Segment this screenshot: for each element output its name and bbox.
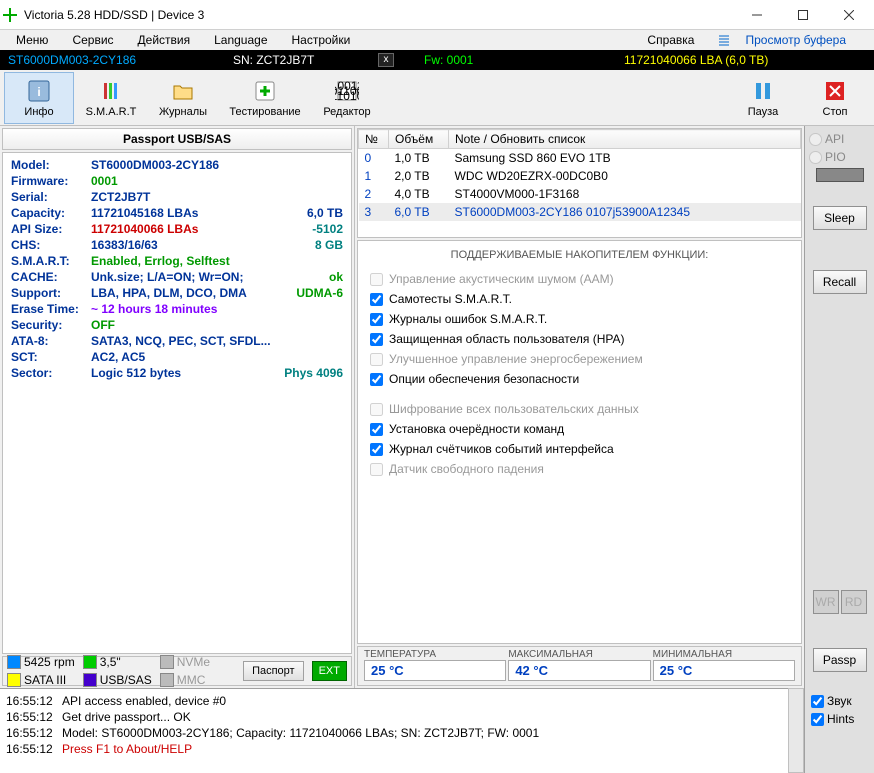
sleep-button[interactable]: Sleep: [813, 206, 867, 230]
passport-header: Passport USB/SAS: [2, 128, 352, 150]
feat-errlog[interactable]: Журналы ошибок S.M.A.R.T.: [370, 309, 789, 329]
col-no[interactable]: №: [359, 130, 389, 149]
log-panel: 16:55:12API access enabled, device #0 16…: [0, 688, 788, 773]
feat-freefall: Датчик свободного падения: [370, 459, 789, 479]
tab-info[interactable]: iИнфо: [4, 72, 74, 124]
tab-test[interactable]: Тестирование: [220, 72, 310, 124]
recall-button[interactable]: Recall: [813, 270, 867, 294]
menu-help[interactable]: Справка: [635, 31, 706, 49]
feat-apm: Улучшенное управление энергосбережением: [370, 349, 789, 369]
status-fw: Fw: 0001: [424, 53, 624, 67]
mid-panel: № Объём Note / Обновить список 01,0 TBSa…: [355, 126, 804, 688]
sound-checkbox[interactable]: Звук: [811, 694, 868, 708]
log-line: 16:55:12API access enabled, device #0: [6, 693, 782, 709]
left-panel: Passport USB/SAS Model:ST6000DM003-2CY18…: [0, 126, 355, 688]
device-row[interactable]: 36,0 TBST6000DM003-2CY186 0107j53900A123…: [359, 203, 801, 221]
status-sn: SN: ZCT2JB7T: [233, 53, 378, 67]
stop-button[interactable]: Стоп: [800, 72, 870, 124]
col-note[interactable]: Note / Обновить список: [449, 130, 801, 149]
tab-smart[interactable]: S.M.A.R.T: [76, 72, 146, 124]
rd-button[interactable]: RD: [841, 590, 867, 614]
pause-icon: [750, 78, 776, 104]
log-line: 16:55:12Get drive passport... OK: [6, 709, 782, 725]
minimize-button[interactable]: [734, 0, 780, 30]
tab-editor[interactable]: 100110110011010Редактор: [312, 72, 382, 124]
feat-hpa[interactable]: Защищенная область пользователя (HPA): [370, 329, 789, 349]
menubar: Меню Сервис Действия Language Настройки …: [0, 30, 874, 50]
binary-icon: 100110110011010: [334, 78, 360, 104]
temperature-bar: ТЕМПЕРАТУРА25 °C МАКСИМАЛЬНАЯ42 °C МИНИМ…: [357, 646, 802, 686]
pause-button[interactable]: Пауза: [728, 72, 798, 124]
status-bar: ST6000DM003-2CY186 SN: ZCT2JB7T x Fw: 00…: [0, 50, 874, 70]
menu-settings[interactable]: Настройки: [280, 31, 363, 49]
radio-pio[interactable]: PIO: [809, 150, 870, 164]
close-button[interactable]: [826, 0, 872, 30]
smart-icon: [98, 78, 124, 104]
tab-logs[interactable]: Журналы: [148, 72, 218, 124]
temp-max: 42 °C: [508, 660, 650, 681]
temp-current: 25 °C: [364, 660, 506, 681]
wr-button[interactable]: WR: [813, 590, 839, 614]
status-model: ST6000DM003-2CY186: [8, 53, 233, 67]
radio-api[interactable]: API: [809, 132, 870, 146]
device-row[interactable]: 24,0 TBST4000VM000-1F3168: [359, 185, 801, 203]
feat-ifevents[interactable]: Журнал счётчиков событий интерфейса: [370, 439, 789, 459]
menu-language[interactable]: Language: [202, 31, 279, 49]
feat-aam: Управление акустическим шумом (AAM): [370, 269, 789, 289]
device-row[interactable]: 12,0 TBWDC WD20EZRX-00DC0B0: [359, 167, 801, 185]
hints-checkbox[interactable]: Hints: [811, 712, 868, 726]
log-line: 16:55:12Press F1 to About/HELP: [6, 741, 782, 757]
device-list: № Объём Note / Обновить список 01,0 TBSa…: [357, 128, 802, 238]
drive-info: Model:ST6000DM003-2CY186 Firmware:0001 S…: [2, 152, 352, 654]
menu-buffer[interactable]: Просмотр буфера: [706, 29, 870, 51]
device-row[interactable]: 01,0 TBSamsung SSD 860 EVO 1TB: [359, 149, 801, 168]
log-line: 16:55:12Model: ST6000DM003-2CY186; Capac…: [6, 725, 782, 741]
right-sidebar: API PIO Sleep Recall WR RD Passp: [804, 126, 874, 688]
status-lba: 11721040066 LBA (6,0 TB): [624, 53, 768, 67]
svg-text:11010: 11010: [335, 89, 359, 103]
folder-icon: [170, 78, 196, 104]
mode-indicator: [816, 168, 864, 182]
menu-actions[interactable]: Действия: [126, 31, 203, 49]
log-scrollbar[interactable]: [788, 688, 804, 773]
col-vol[interactable]: Объём: [389, 130, 449, 149]
plus-icon: [252, 78, 278, 104]
stop-icon: [822, 78, 848, 104]
temp-min: 25 °C: [653, 660, 795, 681]
window-title: Victoria 5.28 HDD/SSD | Device 3: [24, 8, 734, 22]
maximize-button[interactable]: [780, 0, 826, 30]
feature-bar: 5425 rpm SATA III 3,5" USB/SAS NVMe MMC …: [2, 656, 352, 686]
features-panel: ПОДДЕРЖИВАЕМЫЕ НАКОПИТЕЛЕМ ФУНКЦИИ: Упра…: [357, 240, 802, 644]
feat-encrypt: Шифрование всех пользовательских данных: [370, 399, 789, 419]
svg-text:i: i: [37, 85, 40, 99]
menu-main[interactable]: Меню: [4, 31, 60, 49]
feat-ncq[interactable]: Установка очерёдности команд: [370, 419, 789, 439]
menu-service[interactable]: Сервис: [60, 31, 125, 49]
passp-button[interactable]: Passp: [813, 648, 867, 672]
status-close-icon[interactable]: x: [378, 53, 394, 67]
list-icon: [718, 34, 730, 46]
feat-security[interactable]: Опции обеспечения безопасности: [370, 369, 789, 389]
app-icon: [2, 7, 18, 23]
toolbar: iИнфо S.M.A.R.T Журналы Тестирование 100…: [0, 70, 874, 126]
info-icon: i: [26, 78, 52, 104]
ext-button[interactable]: EXT: [312, 661, 347, 681]
titlebar: Victoria 5.28 HDD/SSD | Device 3: [0, 0, 874, 30]
passport-button[interactable]: Паспорт: [243, 661, 304, 681]
feat-selftest[interactable]: Самотесты S.M.A.R.T.: [370, 289, 789, 309]
